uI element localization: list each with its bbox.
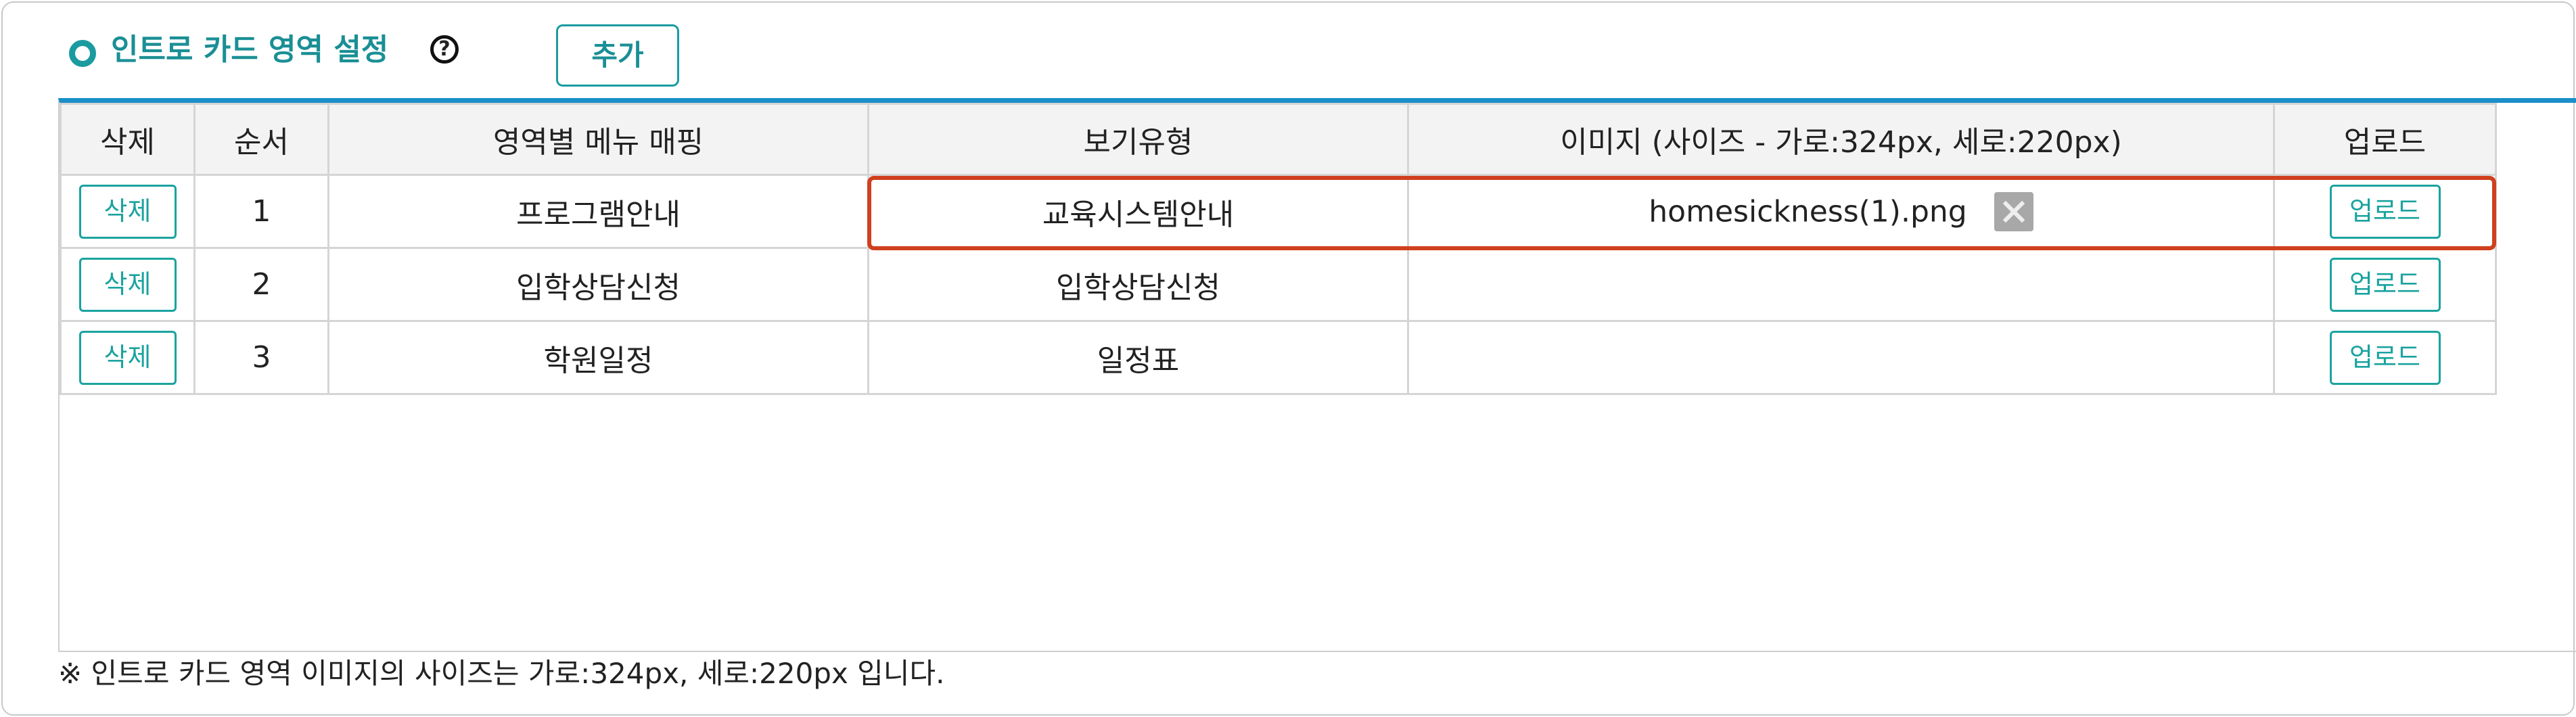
image-cell	[1407, 320, 2275, 395]
table-row: 삭제 2 입학상담신청 입학상담신청 업로드	[60, 247, 2497, 322]
upload-cell: 업로드	[2273, 247, 2497, 322]
table-row: 삭제 1 프로그램안내 교육시스템안내 homesickness(1).png …	[60, 174, 2497, 249]
order-cell: 3	[193, 320, 329, 395]
cards-panel: 삭제 순서 영역별 메뉴 매핑 보기유형 이미지 (사이즈 - 가로:324px…	[58, 98, 2576, 652]
question-circle-icon[interactable]: ?	[430, 35, 459, 64]
broken-image-icon[interactable]	[1994, 191, 2033, 231]
delete-button[interactable]: 삭제	[78, 257, 177, 312]
column-header-order: 순서	[193, 103, 329, 176]
menu-cell: 프로그램안내	[327, 174, 869, 249]
column-header-menu-mapping: 영역별 메뉴 매핑	[327, 103, 869, 176]
delete-cell: 삭제	[60, 320, 196, 395]
column-header-view-type: 보기유형	[867, 103, 1409, 176]
column-header-delete: 삭제	[60, 103, 196, 176]
table-header-row: 삭제 순서 영역별 메뉴 매핑 보기유형 이미지 (사이즈 - 가로:324px…	[60, 103, 2497, 176]
circle-bullet-icon	[69, 40, 96, 67]
upload-button[interactable]: 업로드	[2329, 257, 2441, 312]
section-title: 인트로 카드 영역 설정	[111, 32, 389, 67]
upload-button[interactable]: 업로드	[2329, 184, 2441, 239]
order-cell: 1	[193, 174, 329, 249]
order-cell: 2	[193, 247, 329, 322]
add-button[interactable]: 추가	[556, 24, 679, 87]
image-cell: homesickness(1).png	[1407, 174, 2275, 249]
delete-button[interactable]: 삭제	[78, 330, 177, 385]
delete-cell: 삭제	[60, 174, 196, 249]
menu-cell: 입학상담신청	[327, 247, 869, 322]
delete-cell: 삭제	[60, 247, 196, 322]
delete-button[interactable]: 삭제	[78, 184, 177, 239]
menu-cell: 학원일정	[327, 320, 869, 395]
intro-card-table: 삭제 순서 영역별 메뉴 매핑 보기유형 이미지 (사이즈 - 가로:324px…	[60, 103, 2497, 395]
settings-frame: 인트로 카드 영역 설정 ? 추가 삭제 순서 영역별 메뉴 매핑 보기유형 이…	[1, 1, 2576, 716]
size-note: ※ 인트로 카드 영역 이미지의 사이즈는 가로:324px, 세로:220px…	[58, 657, 945, 690]
upload-button[interactable]: 업로드	[2329, 330, 2441, 385]
column-header-image: 이미지 (사이즈 - 가로:324px, 세로:220px)	[1407, 103, 2275, 176]
upload-cell: 업로드	[2273, 174, 2497, 249]
view-type-cell: 교육시스템안내	[867, 174, 1409, 249]
upload-cell: 업로드	[2273, 320, 2497, 395]
view-type-cell: 입학상담신청	[867, 247, 1409, 322]
image-filename: homesickness(1).png	[1649, 194, 1967, 229]
table-row: 삭제 3 학원일정 일정표 업로드	[60, 320, 2497, 395]
image-cell	[1407, 247, 2275, 322]
column-header-upload: 업로드	[2273, 103, 2497, 176]
view-type-cell: 일정표	[867, 320, 1409, 395]
